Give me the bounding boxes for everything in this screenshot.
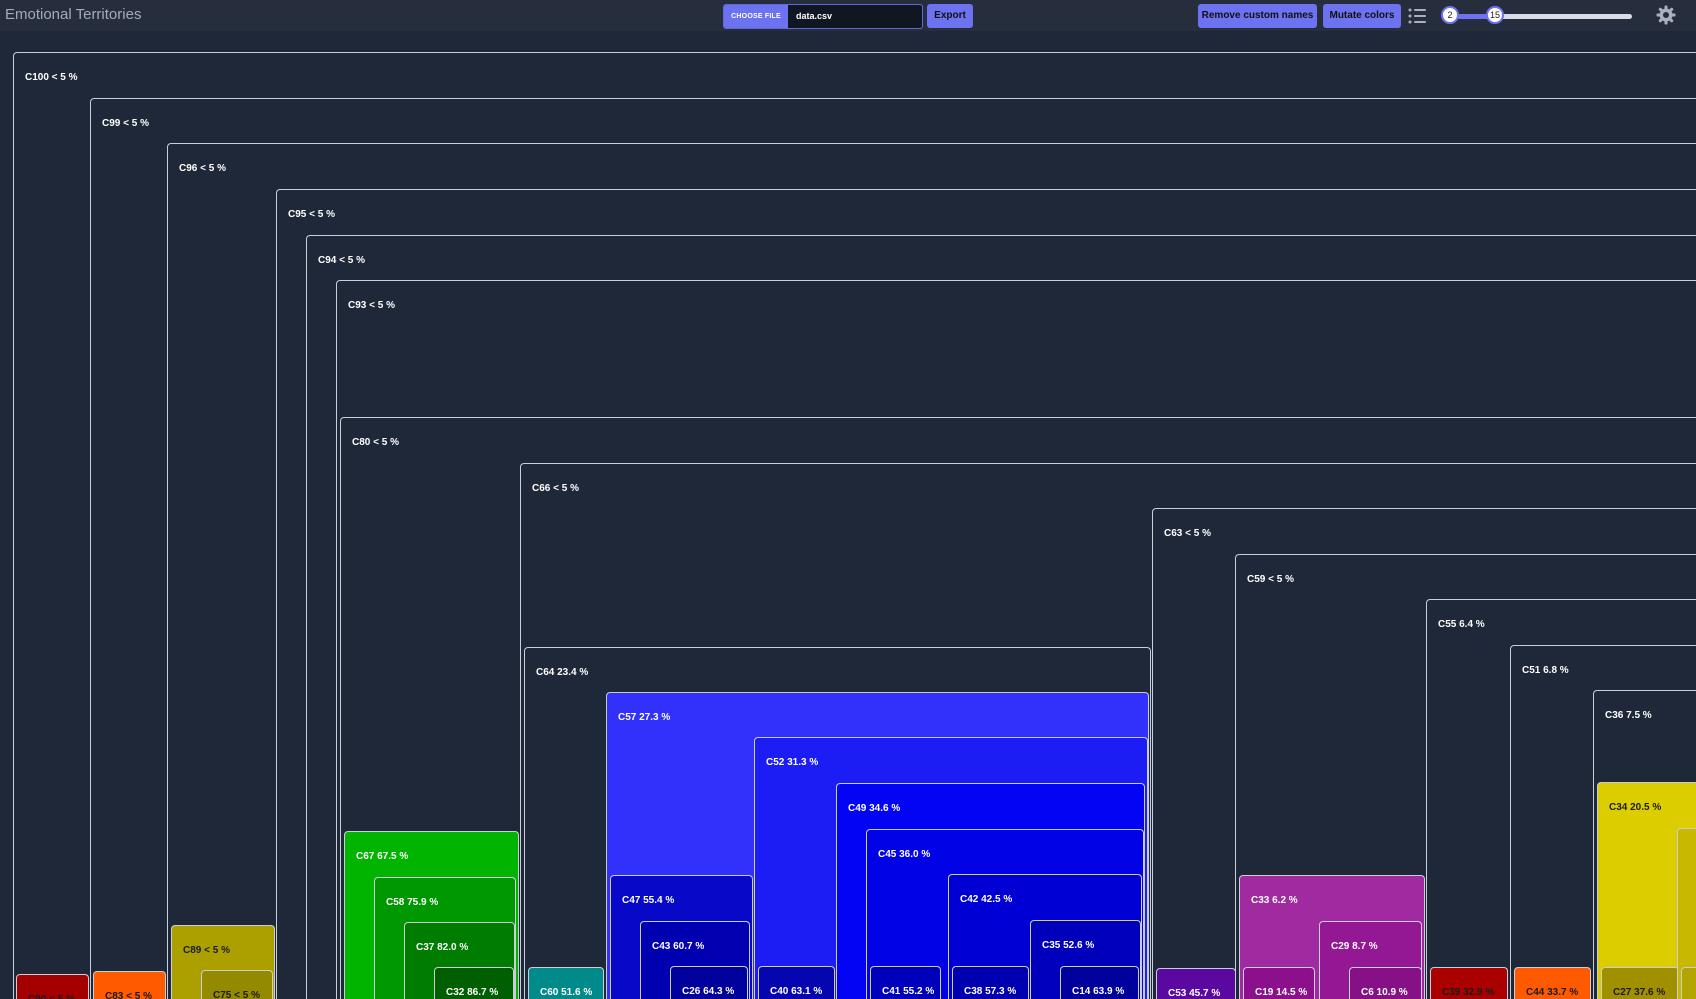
toolbar: Emotional Territories CHOOSE FILE data.c… — [0, 0, 1696, 31]
territory-visualization: C100 < 5 % C99 < 5 % C96 < 5 % C95 < 5 % C94… — [0, 31, 1696, 999]
territory-label: C40 63.1 % — [770, 986, 823, 997]
territory-label: C67 67.5 % — [356, 851, 409, 862]
territory-label: C14 63.9 % — [1072, 986, 1125, 997]
territory-label: C38 57.3 % — [964, 986, 1017, 997]
remove-custom-names-button[interactable]: Remove custom names — [1198, 4, 1317, 28]
territory-label: C95 < 5 % — [288, 209, 335, 220]
territory-label: C43 60.7 % — [652, 941, 705, 952]
territory-label: C64 23.4 % — [536, 667, 589, 678]
territory-c75[interactable]: C75 < 5 % — [201, 970, 273, 999]
territory-label: C80 < 5 % — [352, 437, 399, 448]
territory-c28[interactable] — [1681, 967, 1696, 999]
file-name-display: data.csv — [796, 11, 833, 21]
territory-label: C55 6.4 % — [1438, 619, 1485, 630]
territory-label: C33 6.2 % — [1251, 895, 1298, 906]
territory-c27[interactable]: C27 37.6 % — [1601, 967, 1679, 999]
territory-label: C41 55.2 % — [882, 986, 935, 997]
territory-label: C47 55.4 % — [622, 895, 675, 906]
choose-file-button[interactable]: CHOOSE FILE — [724, 5, 788, 28]
territory-label: C63 < 5 % — [1164, 528, 1211, 539]
territory-label: C32 86.7 % — [446, 987, 499, 998]
territory-label: C83 < 5 % — [105, 991, 152, 999]
territory-label: C19 14.5 % — [1255, 987, 1308, 998]
territory-label: C29 8.7 % — [1331, 941, 1378, 952]
file-picker[interactable]: CHOOSE FILE data.csv — [723, 4, 923, 29]
territory-c19[interactable]: C19 14.5 % — [1243, 967, 1315, 999]
range-slider-min-handle[interactable]: 2 — [1441, 6, 1459, 24]
territory-label: C66 < 5 % — [532, 483, 579, 494]
gear-icon[interactable] — [1656, 5, 1676, 25]
territory-c39[interactable]: C39 32.9 % — [1430, 967, 1508, 999]
territory-label: C34 20.5 % — [1609, 802, 1662, 813]
territory-label: C6 10.9 % — [1361, 987, 1408, 998]
territory-c26[interactable]: C26 64.3 % — [670, 966, 748, 999]
territory-label: C26 64.3 % — [682, 986, 735, 997]
territory-label: C27 37.6 % — [1613, 987, 1666, 998]
territory-c60[interactable]: C60 51.6 % — [528, 967, 604, 999]
territory-label: C57 27.3 % — [618, 712, 671, 723]
territory-label: C99 < 5 % — [102, 118, 149, 129]
territory-c14[interactable]: C14 63.9 % — [1060, 966, 1139, 999]
territory-label: C52 31.3 % — [766, 757, 819, 768]
territory-label: C45 36.0 % — [878, 849, 931, 860]
territory-c38[interactable]: C38 57.3 % — [952, 966, 1029, 999]
territory-c6[interactable]: C6 10.9 % — [1349, 967, 1422, 999]
territory-label: C44 33.7 % — [1526, 987, 1579, 998]
range-slider-max-handle[interactable]: 15 — [1486, 6, 1504, 24]
territory-label: C39 32.9 % — [1442, 987, 1495, 998]
territory-label: C37 82.0 % — [416, 942, 469, 953]
territory-label: C36 7.5 % — [1605, 710, 1652, 721]
territory-label: C75 < 5 % — [213, 990, 260, 999]
territory-label: C59 < 5 % — [1247, 574, 1294, 585]
territory-c83[interactable]: C83 < 5 % — [93, 971, 166, 999]
territory-label: C90 < 5 % — [28, 994, 75, 999]
territory-label: C60 51.6 % — [540, 987, 593, 998]
app-title: Emotional Territories — [5, 6, 142, 23]
territory-label: C94 < 5 % — [318, 255, 365, 266]
territory-c32[interactable]: C32 86.7 % — [434, 967, 514, 999]
territory-label: C51 6.8 % — [1522, 665, 1569, 676]
territory-label: C58 75.9 % — [386, 897, 439, 908]
territory-label: C35 52.6 % — [1042, 940, 1095, 951]
mutate-colors-button[interactable]: Mutate colors — [1323, 4, 1401, 28]
territory-c44[interactable]: C44 33.7 % — [1514, 967, 1591, 999]
list-icon[interactable] — [1408, 7, 1426, 25]
territory-c40[interactable]: C40 63.1 % — [758, 966, 835, 999]
territory-label: C93 < 5 % — [348, 300, 395, 311]
territory-label: C96 < 5 % — [179, 163, 226, 174]
territory-c53[interactable]: C53 45.7 % — [1156, 968, 1236, 999]
export-button[interactable]: Export — [927, 4, 973, 28]
territory-label: C89 < 5 % — [183, 945, 230, 956]
territory-c41[interactable]: C41 55.2 % — [870, 966, 941, 999]
territory-label: C100 < 5 % — [25, 72, 78, 83]
territory-label: C42 42.5 % — [960, 894, 1013, 905]
territory-label: C49 34.6 % — [848, 803, 901, 814]
territory-label: C53 45.7 % — [1168, 988, 1221, 999]
territory-c90[interactable]: C90 < 5 % — [16, 974, 89, 999]
